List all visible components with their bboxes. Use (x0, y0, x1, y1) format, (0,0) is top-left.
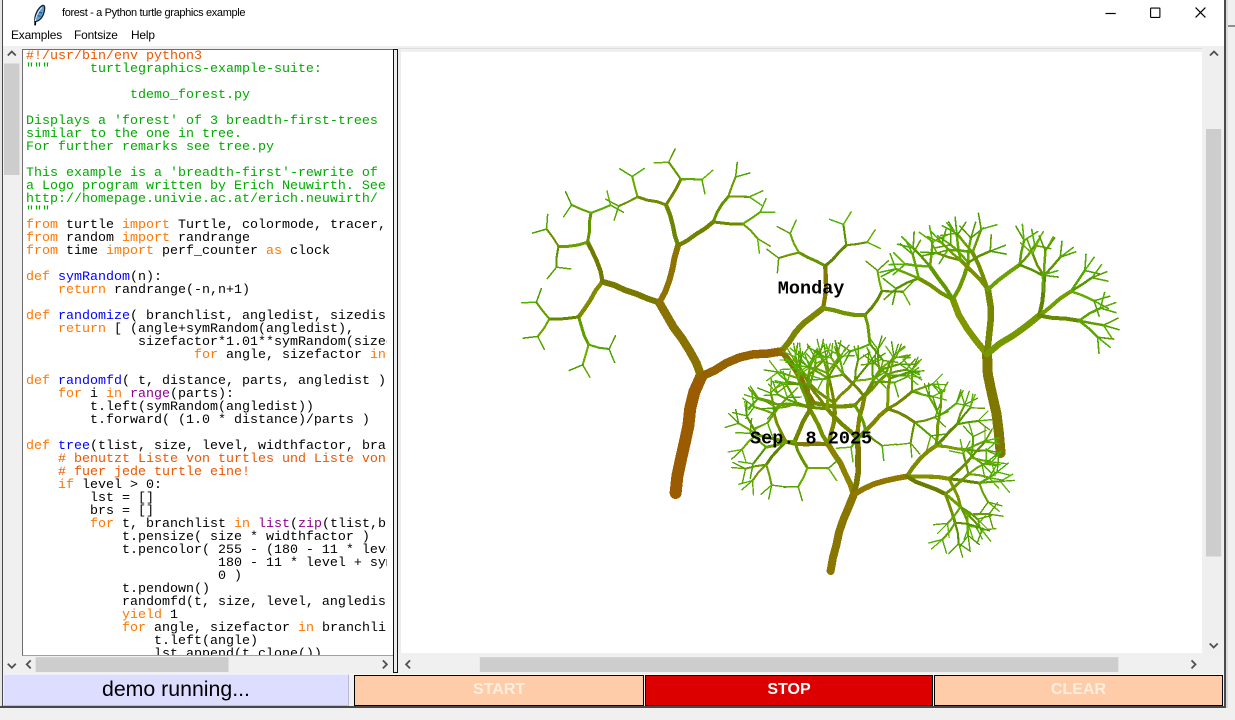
svg-text:Sep. 8 2025: Sep. 8 2025 (750, 429, 872, 450)
svg-text:Monday: Monday (778, 279, 845, 300)
